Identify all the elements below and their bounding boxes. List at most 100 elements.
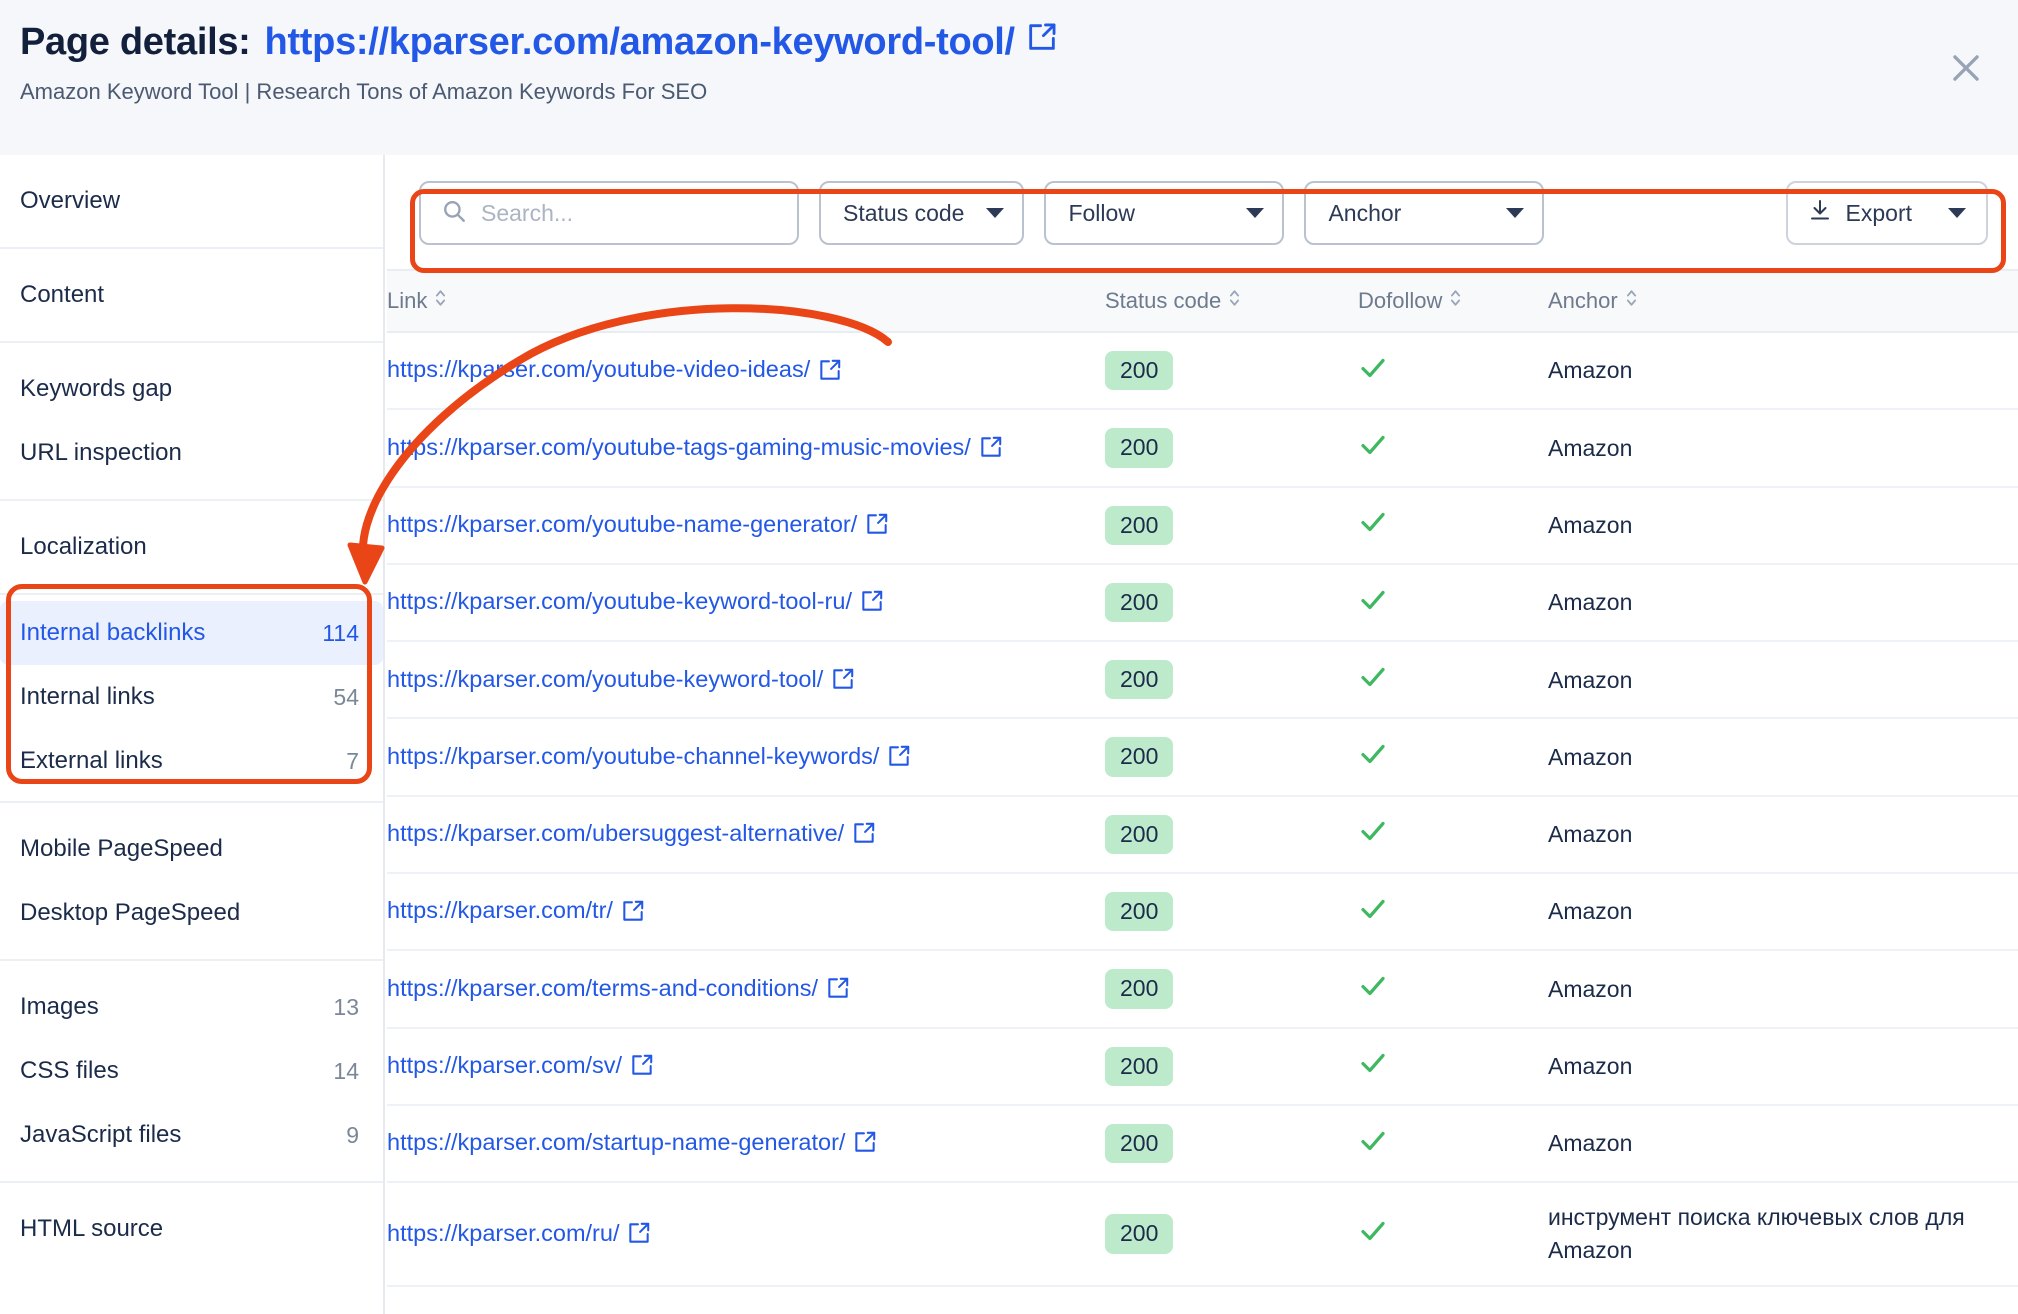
table-cell-dofollow <box>1358 332 1548 411</box>
chevron-down-icon <box>1948 208 1966 218</box>
page-title-label: Page details: <box>20 21 251 63</box>
row-link[interactable]: https://kparser.com/youtube-name-generat… <box>387 511 890 537</box>
table-cell-dofollow <box>1358 641 1548 720</box>
export-button[interactable]: Export <box>1785 181 1988 245</box>
row-link[interactable]: https://kparser.com/youtube-keyword-tool… <box>387 588 885 614</box>
sidebar-item-internal-links[interactable]: Internal links 54 <box>0 665 383 729</box>
filter-status-code-label: Status code <box>843 199 965 226</box>
close-icon[interactable] <box>1944 46 1988 90</box>
row-link[interactable]: https://kparser.com/tr/ <box>387 897 646 923</box>
check-icon <box>1358 971 1388 1007</box>
sidebar-item-javascript-files[interactable]: JavaScript files 9 <box>0 1103 383 1167</box>
sidebar-group: Keywords gap URL inspection <box>0 343 383 501</box>
sidebar-item-images[interactable]: Images 13 <box>0 975 383 1039</box>
sidebar-item-desktop-pagespeed[interactable]: Desktop PageSpeed <box>0 881 383 945</box>
sidebar-item-label: External links <box>20 747 163 774</box>
chevron-down-icon <box>986 208 1005 218</box>
table-cell-anchor: Amazon <box>1548 409 2018 488</box>
table-row: https://kparser.com/youtube-keyword-tool… <box>387 641 2018 720</box>
sidebar-item-localization[interactable]: Localization <box>0 515 383 579</box>
row-link-text: https://kparser.com/youtube-channel-keyw… <box>387 742 880 769</box>
table-cell-anchor: Amazon <box>1548 486 2018 565</box>
sidebar-item-count: 54 <box>333 683 359 710</box>
sidebar-item-label: HTML source <box>20 1215 164 1242</box>
sidebar-group: HTML source <box>0 1183 383 1275</box>
external-link-icon <box>851 818 877 851</box>
sidebar-item-html-source[interactable]: HTML source <box>0 1197 383 1261</box>
table-cell-status-code: 200 <box>1105 795 1358 875</box>
sidebar-item-internal-backlinks[interactable]: Internal backlinks 114 <box>0 601 383 665</box>
table-cell-anchor: Amazon <box>1548 332 2018 411</box>
column-header-status-code[interactable]: Status code <box>1105 269 1358 333</box>
row-link-text: https://kparser.com/startup-name-generat… <box>387 1129 846 1156</box>
page-subtitle: Amazon Keyword Tool | Research Tons of A… <box>20 78 708 104</box>
chevron-down-icon <box>1246 208 1265 218</box>
table-cell-status-code: 200 <box>1105 332 1358 411</box>
filter-follow[interactable]: Follow <box>1044 181 1285 245</box>
row-link[interactable]: https://kparser.com/ru/ <box>387 1220 652 1246</box>
row-link-text: https://kparser.com/terms-and-conditions… <box>387 974 819 1001</box>
sidebar-group: Localization <box>0 501 383 595</box>
table-cell-status-code: 200 <box>1105 1027 1358 1106</box>
sort-icon <box>434 287 447 315</box>
row-link-text: https://kparser.com/youtube-keyword-tool… <box>387 665 824 692</box>
status-badge: 200 <box>1105 969 1174 1009</box>
row-link[interactable]: https://kparser.com/youtube-tags-gaming-… <box>387 434 1004 460</box>
table-cell-link: https://kparser.com/youtube-keyword-tool… <box>387 641 1105 720</box>
table-toolbar: Search... Status code Follow Anchor Expo… <box>387 155 2018 269</box>
row-link-text: https://kparser.com/youtube-video-ideas/ <box>387 356 811 383</box>
sidebar-item-overview[interactable]: Overview <box>0 169 383 233</box>
column-header-link[interactable]: Link <box>387 269 1105 333</box>
filter-anchor-label: Anchor <box>1328 199 1402 226</box>
sidebar-group: Images 13 CSS files 14 JavaScript files 9 <box>0 961 383 1183</box>
table-row: https://kparser.com/ru/200 инструмент пои… <box>387 1182 2018 1287</box>
table-row: https://kparser.com/youtube-name-generat… <box>387 486 2018 565</box>
sidebar-item-count: 14 <box>333 1057 359 1084</box>
row-link-text: https://kparser.com/youtube-keyword-tool… <box>387 588 852 615</box>
filter-status-code[interactable]: Status code <box>819 181 1025 245</box>
filter-follow-label: Follow <box>1068 199 1135 226</box>
column-header-dofollow[interactable]: Dofollow <box>1358 269 1548 333</box>
sidebar-item-count: 114 <box>322 619 359 646</box>
page-url-link[interactable]: https://kparser.com/amazon-keyword-tool/ <box>265 20 1059 66</box>
sidebar-item-content[interactable]: Content <box>0 263 383 327</box>
row-link[interactable]: https://kparser.com/startup-name-generat… <box>387 1129 878 1155</box>
sidebar-item-mobile-pagespeed[interactable]: Mobile PageSpeed <box>0 817 383 881</box>
check-icon <box>1358 662 1388 698</box>
sidebar-item-external-links[interactable]: External links 7 <box>0 729 383 793</box>
external-link-icon <box>978 432 1004 465</box>
status-badge: 200 <box>1105 892 1174 932</box>
external-link-icon <box>620 896 646 929</box>
row-link[interactable]: https://kparser.com/youtube-channel-keyw… <box>387 743 912 769</box>
table-cell-link: https://kparser.com/ubersuggest-alternat… <box>387 795 1105 875</box>
status-badge: 200 <box>1105 582 1174 623</box>
sidebar-item-url-inspection[interactable]: URL inspection <box>0 421 383 485</box>
table-cell-link: https://kparser.com/youtube-channel-keyw… <box>387 718 1105 797</box>
table-cell-anchor: Amazon <box>1548 873 2018 952</box>
sidebar-item-label: URL inspection <box>20 439 182 466</box>
row-link[interactable]: https://kparser.com/youtube-video-ideas/ <box>387 356 843 382</box>
row-link[interactable]: https://kparser.com/youtube-keyword-tool… <box>387 666 856 692</box>
filter-anchor[interactable]: Anchor <box>1304 181 1545 245</box>
sidebar-item-css-files[interactable]: CSS files 14 <box>0 1039 383 1103</box>
table-cell-status-code: 200 <box>1105 409 1358 488</box>
row-link[interactable]: https://kparser.com/terms-and-conditions… <box>387 975 851 1001</box>
page-title: Page details: https://kparser.com/amazon… <box>20 20 1994 66</box>
sidebar-group: Overview <box>0 155 383 249</box>
search-input[interactable]: Search... <box>419 181 799 245</box>
status-badge: 200 <box>1105 814 1174 855</box>
panel-header: Page details: https://kparser.com/amazon… <box>0 0 2018 155</box>
check-icon <box>1358 1048 1388 1084</box>
sidebar-item-keywords-gap[interactable]: Keywords gap <box>0 357 383 421</box>
row-link[interactable]: https://kparser.com/sv/ <box>387 1052 655 1078</box>
external-link-icon <box>830 664 856 697</box>
check-icon <box>1358 816 1388 852</box>
check-icon <box>1358 894 1388 930</box>
table-cell-dofollow <box>1358 409 1548 488</box>
row-link[interactable]: https://kparser.com/ubersuggest-alternat… <box>387 820 877 846</box>
sidebar-item-count: 13 <box>333 993 359 1020</box>
table-cell-dofollow <box>1358 1027 1548 1106</box>
column-header-anchor[interactable]: Anchor <box>1548 269 2018 333</box>
external-link-icon <box>864 509 890 542</box>
external-link-icon <box>817 355 843 388</box>
